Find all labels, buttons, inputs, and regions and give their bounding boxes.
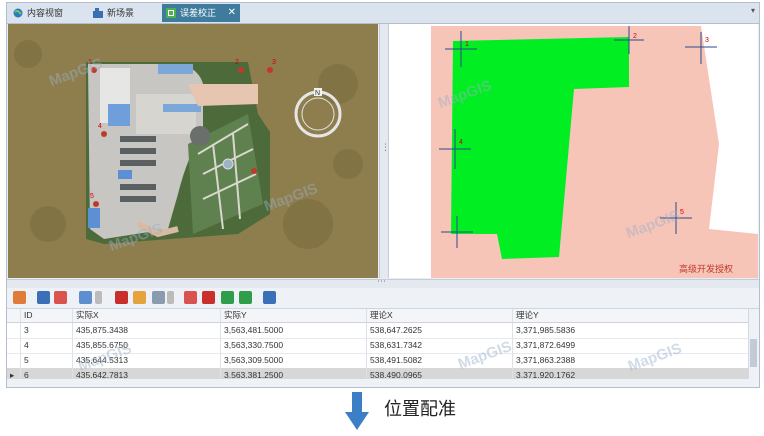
license-text: 高级开发授权	[679, 263, 733, 274]
control-point-table[interactable]: ID 实际X 实际Y 理论X 理论Y 3 435,875.3438 3,563,…	[7, 309, 759, 387]
tab-dropdown-icon[interactable]: ▾	[751, 6, 755, 15]
cell-actual-x[interactable]: 435,875.3438	[73, 323, 221, 338]
row-marker-header	[7, 309, 21, 322]
caption-text: 位置配准	[384, 399, 456, 420]
crosshair-label: 4	[459, 139, 463, 146]
tab-bar: 内容视窗 新场景 误差校正 ✕ ▾	[7, 3, 759, 24]
cell-theory-y[interactable]: 3,371,872.6499	[513, 338, 749, 353]
control-point-marker[interactable]	[93, 201, 99, 207]
crosshair-label: 2	[633, 33, 637, 40]
remove-point-icon[interactable]	[202, 291, 215, 304]
tab-label: 误差校正	[180, 8, 217, 18]
cell-actual-y[interactable]: 3,563,330.7500	[221, 338, 367, 353]
cell-theory-x[interactable]: 538,647.2625	[367, 323, 513, 338]
down-arrow-icon	[345, 392, 369, 430]
tab-error-correction[interactable]: 误差校正 ✕	[162, 4, 240, 22]
control-point-label: 3	[272, 59, 276, 66]
control-point-marker[interactable]	[238, 67, 244, 73]
export-icon[interactable]	[54, 291, 67, 304]
source-image-view[interactable]: N 1 2 3 4 5 MapGIS MapGIS MapGIS	[8, 24, 378, 278]
row-marker	[7, 338, 21, 353]
table-row[interactable]: 3 435,875.3438 3,563,481.5000 538,647.26…	[7, 323, 759, 339]
column-header-theory-y[interactable]: 理论Y	[513, 309, 749, 322]
row-marker	[7, 323, 21, 338]
vector-map: 1 2 3 4 5 高级开发授权	[431, 26, 758, 278]
pointer-icon[interactable]	[79, 291, 92, 304]
cell-id[interactable]: 4	[21, 338, 73, 353]
view-icon[interactable]	[263, 291, 276, 304]
globe-icon	[13, 8, 23, 18]
scene-icon	[93, 8, 103, 18]
table-header: ID 实际X 实际Y 理论X 理论Y	[7, 309, 759, 323]
aerial-image: N 1 2 3 4 5	[8, 24, 378, 278]
control-point-label: 4	[98, 123, 102, 130]
tab-label: 新场景	[107, 8, 135, 18]
grid-icon[interactable]	[152, 291, 165, 304]
row-marker	[7, 353, 21, 368]
crosshair-label: 1	[465, 41, 469, 48]
crosshair-label: 5	[680, 209, 684, 216]
cell-id[interactable]: 5	[21, 353, 73, 368]
cell-actual-y[interactable]: 3,563,309.5000	[221, 353, 367, 368]
control-point-label: 5	[90, 193, 94, 200]
vertical-scrollbar[interactable]	[748, 309, 759, 387]
control-point-label: 2	[235, 59, 239, 66]
edit-icon[interactable]	[133, 291, 146, 304]
window-frame: 内容视窗 新场景 误差校正 ✕ ▾ N 1 2 3 4 5 MapGIS Map…	[6, 2, 760, 388]
control-point-toolbar	[7, 288, 759, 309]
column-header-id[interactable]: ID	[21, 309, 73, 322]
delete-icon[interactable]	[115, 291, 128, 304]
save-icon[interactable]	[37, 291, 50, 304]
cell-theory-y[interactable]: 3,371,985.5836	[513, 323, 749, 338]
close-tab-icon[interactable]: ✕	[228, 4, 236, 22]
control-point-marker[interactable]	[251, 168, 257, 174]
add-point-icon[interactable]	[184, 291, 197, 304]
cell-actual-y[interactable]: 3,563,481.5000	[221, 323, 367, 338]
control-point-marker[interactable]	[267, 67, 273, 73]
tab-new-scene[interactable]: 新场景	[89, 4, 159, 22]
tab-label: 内容视窗	[27, 8, 64, 18]
column-header-actual-x[interactable]: 实际X	[73, 309, 221, 322]
import-icon[interactable]	[221, 291, 234, 304]
dropdown-icon[interactable]	[167, 291, 174, 304]
export-table-icon[interactable]	[239, 291, 252, 304]
control-point-marker[interactable]	[101, 131, 107, 137]
cell-id[interactable]: 3	[21, 323, 73, 338]
dropdown-icon[interactable]	[95, 291, 102, 304]
splitter-grip-icon: ⋯	[377, 276, 386, 286]
tab-content-view[interactable]: 内容视窗	[9, 4, 81, 22]
column-header-theory-x[interactable]: 理论X	[367, 309, 513, 322]
correction-icon	[166, 8, 176, 18]
crosshair-label: 3	[705, 37, 709, 44]
scrollbar-thumb[interactable]	[750, 339, 757, 367]
vertical-splitter[interactable]: ⋮	[379, 24, 390, 278]
reference-vector-view[interactable]: 1 2 3 4 5 高级开发授权 MapGIS MapGIS	[389, 24, 758, 278]
layers-icon[interactable]	[13, 291, 26, 304]
compass-label: N	[315, 90, 320, 97]
horizontal-scrollbar[interactable]	[7, 378, 749, 387]
column-header-actual-y[interactable]: 实际Y	[221, 309, 367, 322]
